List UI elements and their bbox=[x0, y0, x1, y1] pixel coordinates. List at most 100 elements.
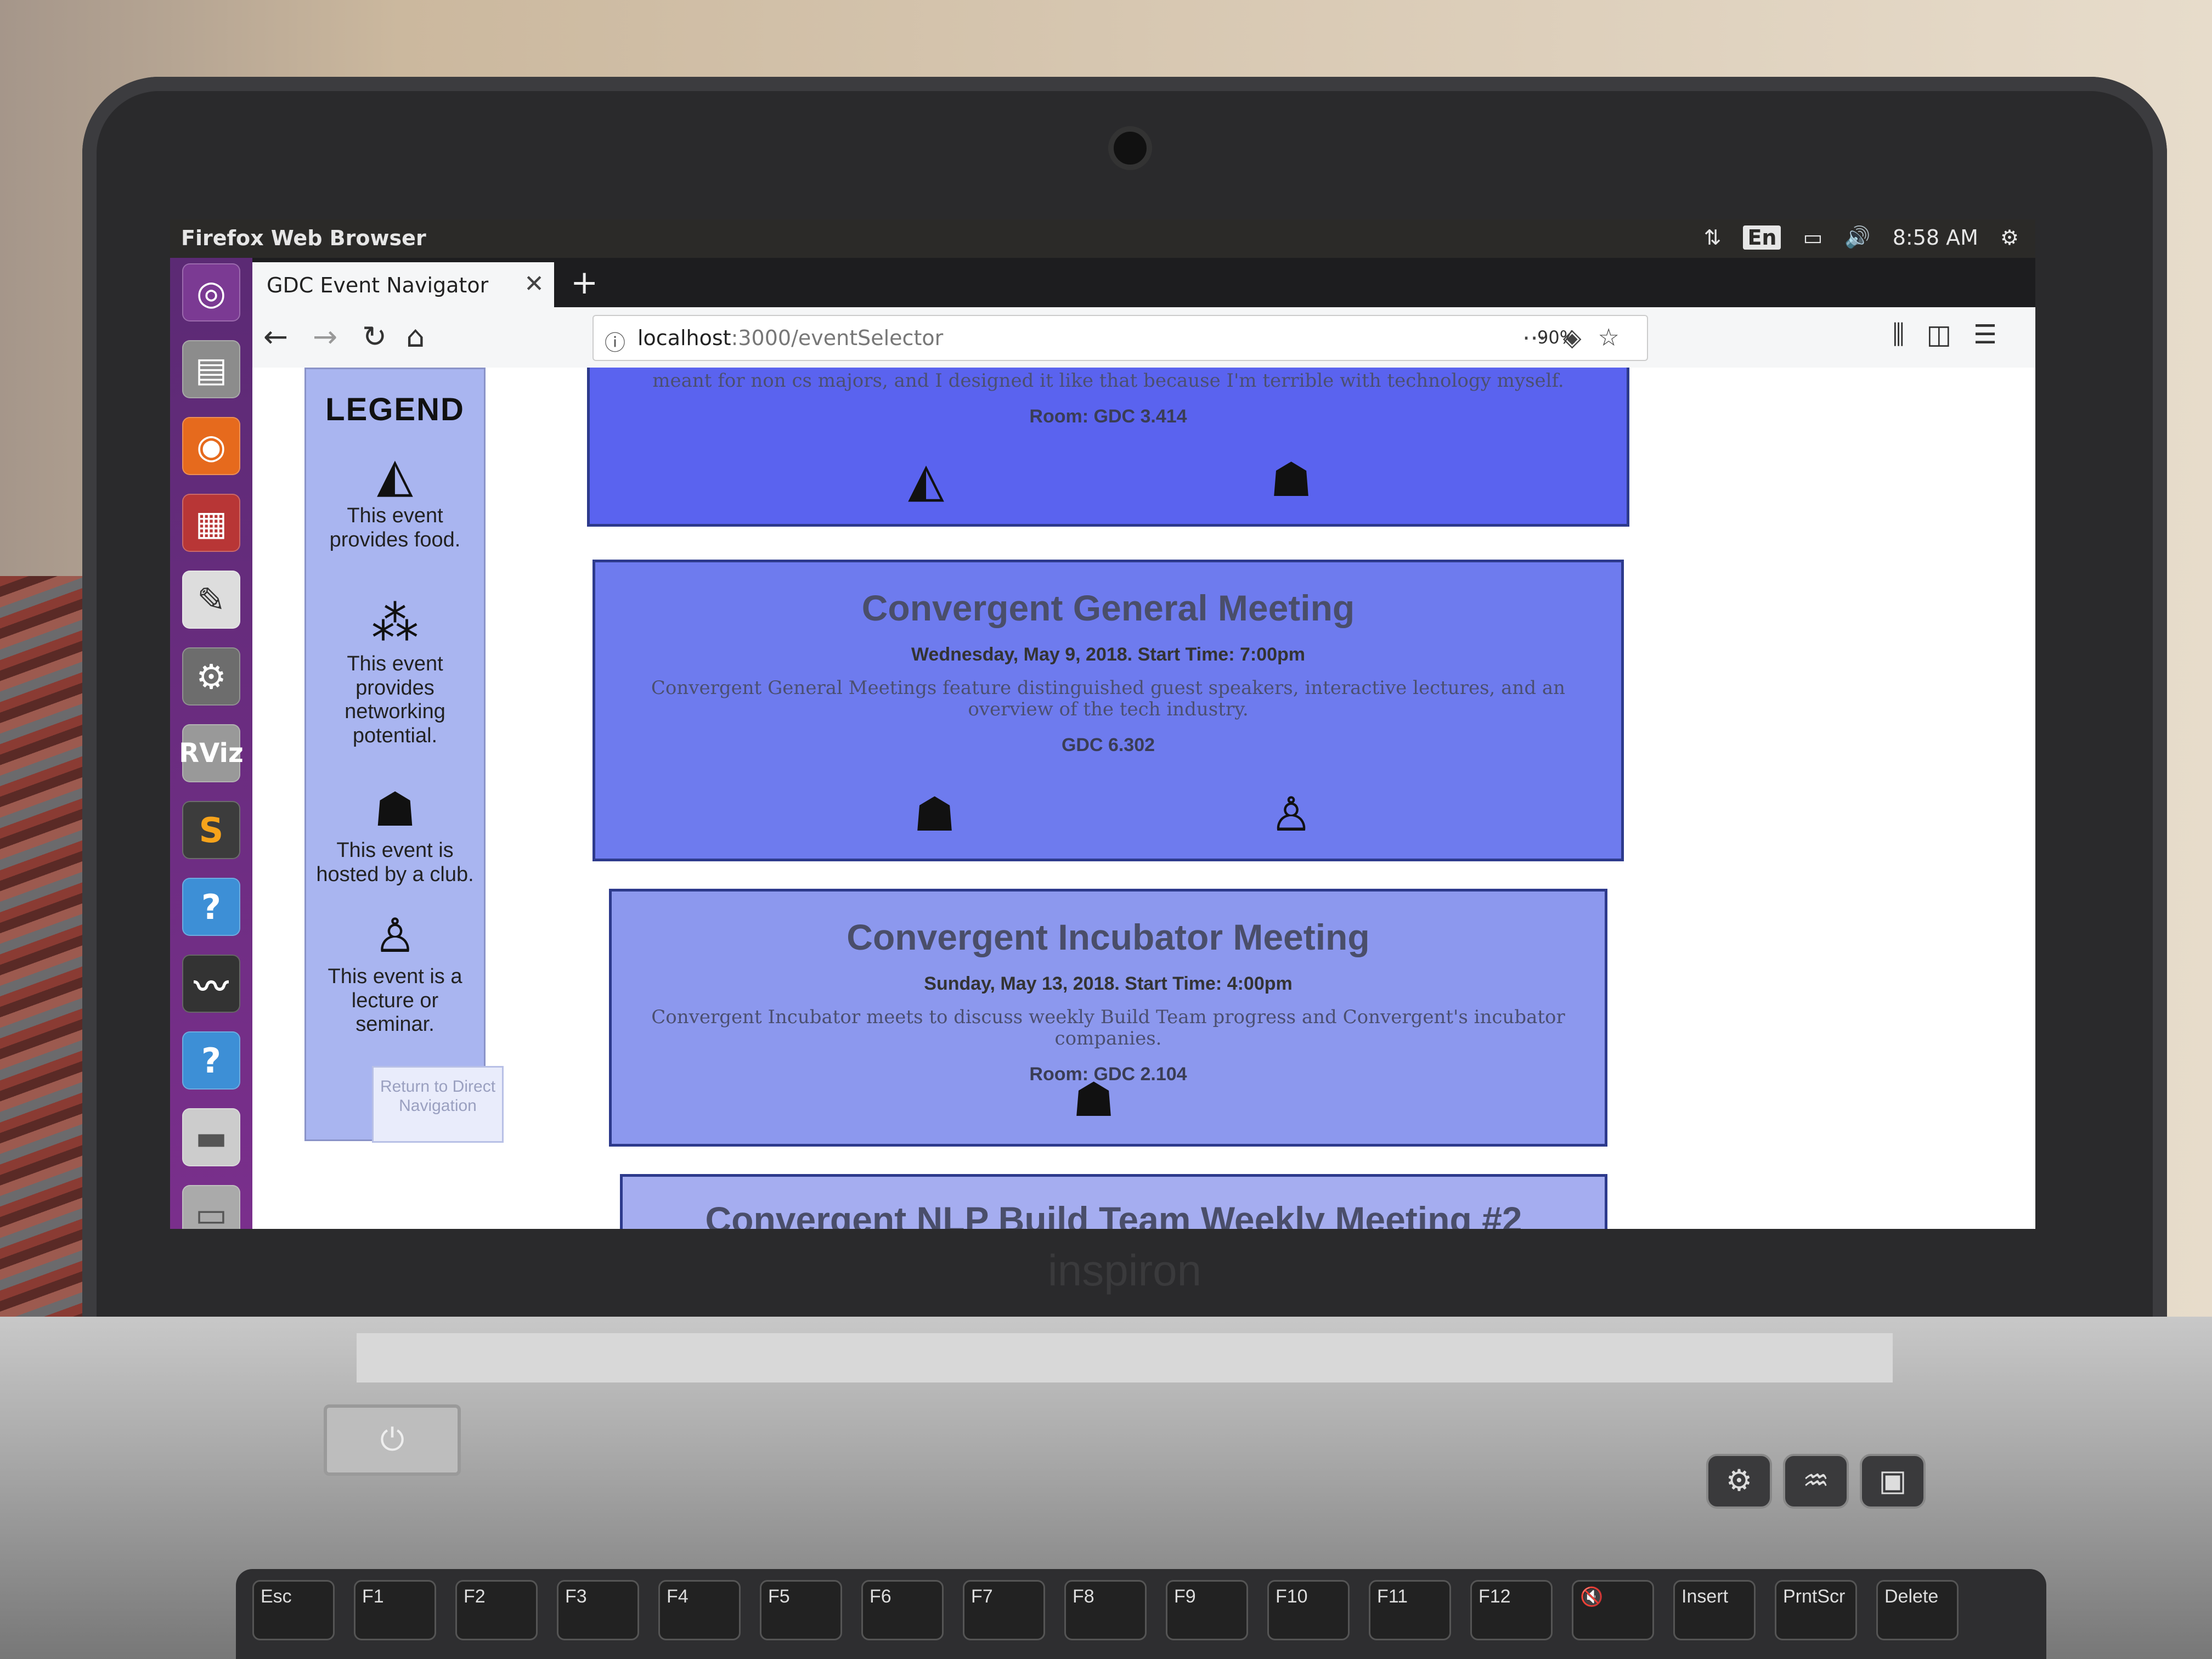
settings-media-key-icon[interactable]: ⚙ bbox=[1706, 1454, 1772, 1509]
key-f10[interactable]: F10 bbox=[1267, 1580, 1350, 1640]
key-insert[interactable]: Insert bbox=[1673, 1580, 1756, 1640]
sublime-text-icon[interactable]: S bbox=[182, 801, 240, 859]
club-group-icon: ☗ bbox=[1073, 1073, 1115, 1127]
key-delete[interactable]: Delete bbox=[1876, 1580, 1959, 1640]
back-arrow-icon[interactable]: ← bbox=[263, 319, 288, 354]
laptop-screen: Firefox Web Browser ⇅ En ▭ 🔊 8:58 AM ⚙ ◎… bbox=[170, 219, 2035, 1229]
key-f6[interactable]: F6 bbox=[861, 1580, 944, 1640]
event-title: Convergent NLP Build Team Weekly Meeting… bbox=[705, 1199, 1522, 1229]
club-group-icon: ☗ bbox=[913, 787, 956, 842]
legend-lecture-text: This event is a lecture or seminar. bbox=[328, 965, 462, 1036]
event-description: meant for non cs majors, and I designed … bbox=[652, 370, 1564, 392]
firefox-icon[interactable]: ◉ bbox=[182, 417, 240, 475]
system-settings-icon[interactable]: ⚙ bbox=[182, 647, 240, 706]
legend-item-networking: ⁂ This event provides networking potenti… bbox=[306, 600, 484, 748]
laptop-brand-label: inspiron bbox=[1047, 1246, 1202, 1295]
bookmark-star-icon[interactable]: ☆ bbox=[1598, 324, 1636, 352]
tab-gdc-event-navigator[interactable]: GDC Event Navigator ✕ bbox=[252, 262, 554, 307]
event-description: Convergent Incubator meets to discuss we… bbox=[651, 1006, 1565, 1050]
power-button[interactable]: ⏻ bbox=[324, 1404, 461, 1476]
key-f4[interactable]: F4 bbox=[658, 1580, 741, 1640]
keyboard-layout-indicator[interactable]: En bbox=[1743, 225, 1781, 250]
browser-tab-strip: GDC Event Navigator ✕ + bbox=[252, 258, 2035, 307]
key-f11[interactable]: F11 bbox=[1369, 1580, 1451, 1640]
legend-item-lecture: ♙ This event is a lecture or seminar. bbox=[306, 912, 484, 1037]
trash-icon[interactable]: ▭ bbox=[182, 1185, 240, 1229]
forward-arrow-icon[interactable]: → bbox=[313, 319, 337, 354]
event-title: Convergent Incubator Meeting bbox=[847, 917, 1370, 957]
pizza-icon: ◭ bbox=[908, 453, 945, 507]
battery-icon[interactable]: ▭ bbox=[1803, 225, 1822, 250]
workspace-switcher-icon[interactable]: ▦ bbox=[182, 494, 240, 552]
networking-people-icon: ⁂ bbox=[371, 597, 419, 650]
function-key-row: Esc F1 F2 F3 F4 F5 F6 F7 F8 F9 F10 F11 F… bbox=[236, 1569, 2046, 1659]
key-f2[interactable]: F2 bbox=[455, 1580, 538, 1640]
ubuntu-launcher: ◎ ▤ ◉ ▦ ✎ ⚙ RViz S ? 〰 ? ▬ ▭ bbox=[170, 258, 252, 1229]
help-icon[interactable]: ? bbox=[182, 1031, 240, 1090]
rviz-icon[interactable]: RViz bbox=[179, 724, 244, 782]
reload-icon[interactable]: ↻ bbox=[362, 319, 387, 354]
text-editor-icon[interactable]: ✎ bbox=[182, 571, 240, 629]
key-f8[interactable]: F8 bbox=[1064, 1580, 1147, 1640]
key-f12[interactable]: F12 bbox=[1470, 1580, 1553, 1640]
event-room: GDC 6.302 bbox=[1061, 735, 1155, 756]
event-card[interactable]: meant for non cs majors, and I designed … bbox=[587, 368, 1629, 527]
webcam bbox=[1108, 126, 1152, 170]
system-monitor-icon[interactable]: 〰 bbox=[182, 955, 240, 1013]
key-f1[interactable]: F1 bbox=[354, 1580, 436, 1640]
volume-icon[interactable]: 🔊 bbox=[1844, 225, 1870, 250]
club-group-icon: ☗ bbox=[1270, 453, 1313, 507]
mute-key-icon[interactable]: 🔇 bbox=[1572, 1580, 1654, 1640]
event-date: Sunday, May 13, 2018. Start Time: 4:00pm bbox=[924, 973, 1293, 994]
page-actions: ⋯◈☆ bbox=[1522, 324, 1636, 352]
pizza-icon: ◭ bbox=[376, 449, 414, 501]
key-f3[interactable]: F3 bbox=[557, 1580, 639, 1640]
display-media-key-icon[interactable]: ▣ bbox=[1860, 1454, 1926, 1509]
system-tray: ⇅ En ▭ 🔊 8:58 AM ⚙ bbox=[1704, 225, 2019, 250]
return-to-direct-navigation-button[interactable]: Return to Direct Navigation bbox=[372, 1066, 504, 1143]
legend-networking-text: This event provides networking potential… bbox=[345, 652, 445, 748]
key-esc[interactable]: Esc bbox=[252, 1580, 335, 1640]
event-title: Convergent General Meeting bbox=[861, 588, 1355, 628]
home-icon[interactable]: ⌂ bbox=[406, 319, 425, 354]
page-content: LEGEND ◭ This event provides food. ⁂ Thi… bbox=[252, 368, 2035, 1229]
event-card[interactable]: Convergent General Meeting Wednesday, Ma… bbox=[592, 560, 1624, 861]
key-f5[interactable]: F5 bbox=[760, 1580, 842, 1640]
key-prntscr[interactable]: PrntScr bbox=[1775, 1580, 1857, 1640]
event-description: Convergent General Meetings feature dist… bbox=[651, 677, 1566, 721]
club-group-icon: ☗ bbox=[374, 783, 416, 836]
tab-close-icon[interactable]: ✕ bbox=[524, 270, 544, 298]
menu-hamburger-icon[interactable]: ☰ bbox=[1973, 319, 2019, 350]
more-actions-icon[interactable]: ⋯ bbox=[1522, 324, 1563, 352]
library-icon[interactable]: ⫼ bbox=[1893, 319, 1927, 350]
toolbar-right: ⫼◫☰ bbox=[1893, 319, 2019, 351]
drive-icon[interactable]: ▬ bbox=[182, 1108, 240, 1166]
key-f7[interactable]: F7 bbox=[963, 1580, 1045, 1640]
browser-navigation-bar: ← → ↻ ⌂ ⓘ localhost:3000/eventSelector 9… bbox=[252, 307, 2035, 369]
event-room: Room: GDC 3.414 bbox=[1029, 406, 1187, 427]
site-info-icon[interactable]: ⓘ bbox=[605, 326, 625, 356]
settings-gear-icon[interactable]: ⚙ bbox=[2000, 225, 2019, 250]
legend-item-club: ☗ This event is hosted by a club. bbox=[306, 786, 484, 887]
ubuntu-logo-icon[interactable]: ◎ bbox=[182, 263, 240, 321]
legend-club-text: This event is hosted by a club. bbox=[316, 839, 474, 886]
help-icon[interactable]: ? bbox=[182, 878, 240, 936]
ubuntu-top-bar: Firefox Web Browser ⇅ En ▭ 🔊 8:58 AM ⚙ bbox=[170, 219, 2035, 258]
sidebar-icon[interactable]: ◫ bbox=[1927, 319, 1973, 350]
url-bar[interactable]: ⓘ localhost:3000/eventSelector 90% ⋯◈☆ bbox=[592, 315, 1648, 361]
clock[interactable]: 8:58 AM bbox=[1893, 225, 1978, 250]
new-tab-button[interactable]: + bbox=[571, 263, 598, 302]
pocket-icon[interactable]: ◈ bbox=[1563, 324, 1598, 352]
files-icon[interactable]: ▤ bbox=[182, 340, 240, 398]
event-card[interactable]: Convergent NLP Build Team Weekly Meeting… bbox=[620, 1174, 1607, 1229]
audio-media-key-icon[interactable]: ♒ bbox=[1783, 1454, 1849, 1509]
event-card[interactable]: Convergent Incubator Meeting Sunday, May… bbox=[609, 889, 1607, 1147]
legend-panel: LEGEND ◭ This event provides food. ⁂ Thi… bbox=[304, 368, 504, 1143]
legend-heading: LEGEND bbox=[325, 392, 465, 427]
key-f9[interactable]: F9 bbox=[1166, 1580, 1248, 1640]
laptop-hinge bbox=[357, 1333, 1893, 1383]
legend-item-food: ◭ This event provides food. bbox=[306, 452, 484, 552]
url-text[interactable]: localhost:3000/eventSelector bbox=[637, 326, 943, 350]
network-icon[interactable]: ⇅ bbox=[1704, 225, 1722, 250]
event-date: Wednesday, May 9, 2018. Start Time: 7:00… bbox=[911, 644, 1306, 665]
